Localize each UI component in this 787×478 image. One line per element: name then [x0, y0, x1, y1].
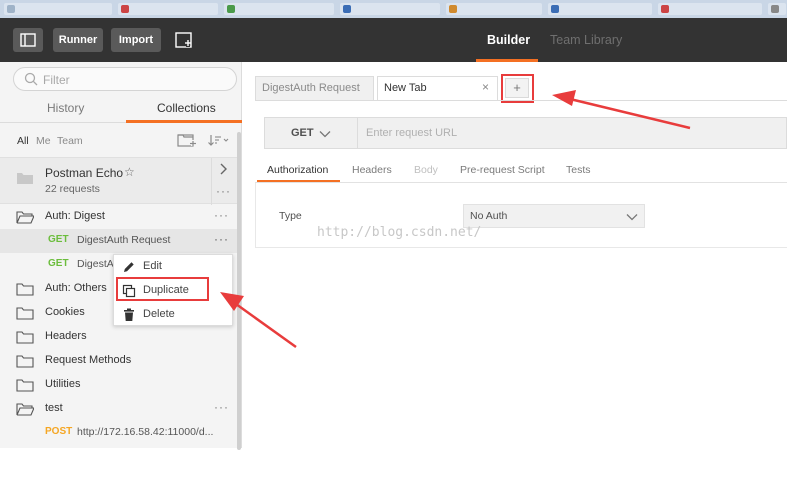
tab-collections[interactable]: Collections	[157, 100, 216, 116]
folder-icon	[16, 283, 34, 296]
folder-label: Auth: Digest	[45, 210, 105, 222]
browser-tab[interactable]	[340, 3, 440, 15]
folder-label: test	[45, 402, 63, 414]
folder-icon	[16, 355, 34, 368]
search-icon	[24, 72, 38, 86]
menu-item-label: Delete	[143, 308, 175, 320]
tab-new-tab[interactable]: New Tab	[377, 76, 498, 100]
folder-open-icon	[16, 403, 34, 416]
folder-auth-digest[interactable]: Auth: Digest ···	[0, 205, 237, 229]
tab-tests[interactable]: Tests	[566, 163, 591, 177]
scope-filter-team[interactable]: Team	[57, 134, 83, 148]
more-options-icon[interactable]: ···	[216, 184, 231, 198]
close-icon[interactable]: ×	[482, 80, 489, 94]
auth-type-label: Type	[279, 210, 302, 222]
new-window-button[interactable]	[170, 28, 200, 52]
active-tab-indicator	[257, 180, 340, 182]
sidebar-toggle-button[interactable]	[13, 28, 43, 52]
sidebar-toggle-icon	[20, 33, 36, 47]
folder-test[interactable]: test ···	[0, 397, 237, 421]
folder-label: Utilities	[45, 378, 81, 390]
method-badge: GET	[48, 234, 69, 245]
scope-filter-all[interactable]: All	[17, 134, 29, 148]
browser-tab[interactable]	[658, 3, 762, 15]
divider	[255, 100, 787, 101]
method-badge: POST	[45, 426, 73, 437]
filter-input[interactable]: Filter	[13, 67, 237, 91]
filter-placeholder: Filter	[43, 73, 70, 87]
new-window-icon	[175, 32, 192, 48]
request-url-bar: GET Enter request URL	[264, 117, 787, 149]
collection-name: Postman Echo	[45, 166, 124, 180]
url-input[interactable]: Enter request URL	[366, 127, 457, 139]
chevron-right-icon[interactable]	[217, 163, 229, 175]
trash-icon	[124, 308, 134, 321]
auth-type-value: No Auth	[470, 210, 508, 222]
more-options-icon[interactable]: ···	[214, 232, 229, 246]
tab-pre-request-script[interactable]: Pre-request Script	[460, 163, 545, 177]
folder-icon	[16, 307, 34, 320]
browser-tab[interactable]	[548, 3, 652, 15]
browser-tab[interactable]	[4, 3, 112, 15]
new-collection-icon[interactable]	[176, 132, 198, 148]
menu-item-label: Edit	[143, 260, 162, 272]
import-button[interactable]: Import	[111, 28, 161, 52]
more-options-icon[interactable]: ···	[214, 400, 229, 414]
collection-postman-echo[interactable]: Postman Echo ☆ 22 requests ···	[0, 157, 237, 205]
request-name: DigestAuth Request	[77, 234, 171, 246]
scrollbar[interactable]	[237, 132, 241, 450]
browser-tab-strip	[0, 0, 787, 18]
tab-headers[interactable]: Headers	[352, 163, 392, 177]
scope-filter-me[interactable]: Me	[36, 134, 51, 148]
folder-label: Headers	[45, 330, 87, 342]
active-tab-indicator	[126, 120, 242, 123]
folder-label: Request Methods	[45, 354, 132, 366]
collection-folder-icon	[17, 173, 33, 184]
app-header: Runner Import Builder Team Library	[0, 18, 787, 62]
request-item[interactable]: GET DigestAuth Request ···	[0, 229, 237, 253]
tab-digestauth-request[interactable]: DigestAuth Request	[255, 76, 374, 100]
more-options-icon[interactable]: ···	[214, 208, 229, 222]
collection-request-count: 22 requests	[45, 183, 100, 195]
folder-label: Cookies	[45, 306, 85, 318]
browser-tab[interactable]	[224, 3, 334, 15]
auth-type-select[interactable]: No Auth	[463, 204, 645, 228]
divider	[211, 158, 212, 205]
folder-icon	[16, 379, 34, 392]
method-select[interactable]: GET	[265, 118, 358, 148]
menu-item-delete[interactable]: Delete	[114, 303, 232, 327]
tab-team-library[interactable]: Team Library	[550, 32, 622, 48]
tab-body[interactable]: Body	[414, 163, 438, 177]
chevron-down-icon	[319, 131, 331, 138]
request-name: DigestA	[77, 258, 114, 270]
duplicate-highlight-box	[116, 277, 209, 301]
menu-item-edit[interactable]: Edit	[114, 255, 232, 279]
watermark: http://blog.csdn.net/	[317, 225, 482, 240]
browser-tab[interactable]	[446, 3, 542, 15]
chevron-down-icon	[626, 214, 638, 221]
folder-headers[interactable]: Headers	[0, 325, 237, 349]
folder-label: Auth: Others	[45, 282, 107, 294]
sort-icon[interactable]	[207, 132, 231, 148]
browser-tab[interactable]	[118, 3, 218, 15]
method-label: GET	[291, 127, 314, 139]
star-icon[interactable]: ☆	[124, 165, 135, 179]
folder-utilities[interactable]: Utilities	[0, 373, 237, 397]
browser-tab[interactable]	[768, 3, 786, 15]
folder-open-icon	[16, 211, 34, 224]
request-name: http://172.16.58.42:11000/d...	[77, 426, 214, 438]
add-tab-highlight-box	[501, 74, 534, 103]
method-badge: GET	[48, 258, 69, 269]
tab-authorization[interactable]: Authorization	[267, 163, 328, 177]
pencil-icon	[124, 262, 134, 272]
tab-builder[interactable]: Builder	[487, 32, 530, 48]
request-item[interactable]: POST http://172.16.58.42:11000/d...	[0, 421, 237, 445]
runner-button[interactable]: Runner	[53, 28, 103, 52]
folder-request-methods[interactable]: Request Methods	[0, 349, 237, 373]
folder-icon	[16, 331, 34, 344]
tab-history[interactable]: History	[47, 100, 84, 116]
